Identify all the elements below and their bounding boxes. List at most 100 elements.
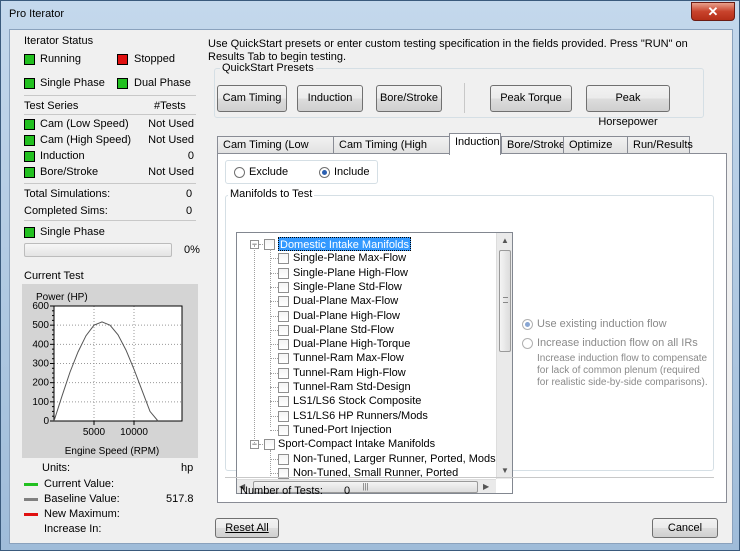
preset-peak-torque-button[interactable]: Peak Torque [490,85,572,112]
close-button[interactable]: ✕ [691,2,735,21]
series-tests-value: Not Used [148,118,194,130]
exclude-radio[interactable] [234,167,245,178]
running-indicator-icon [24,54,35,65]
increase-in-label: Increase In: [44,523,102,535]
y-tick-label: 100 [32,397,49,408]
series-tests-value: Not Used [148,166,194,178]
manifold-checkbox[interactable] [278,382,289,393]
preset-induction-button[interactable]: Induction [297,85,363,112]
total-simulations-value: 0 [186,188,193,200]
instructions-text: Use QuickStart presets or enter custom t… [208,38,688,63]
tree-vertical-scrollbar[interactable]: ▲ ▼ [496,233,512,479]
tree-item-label[interactable]: Single-Plane Max-Flow [293,251,406,265]
manifold-checkbox[interactable] [278,253,289,265]
series-indicator-icon [24,151,35,162]
manifold-checkbox[interactable] [278,410,289,422]
tab-cam-timing-low[interactable]: Cam Timing (Low Speed) [217,136,334,167]
power-chart-panel: 0 100 200 300 400 500 600 5000 10000 Power (HP) En… [22,284,198,458]
manifold-tree: − Domestic Intake Manifolds Single-Plane M… [236,232,513,494]
tree-item-label[interactable]: Tuned-Port Injection [293,423,392,437]
manifold-checkbox[interactable] [278,396,289,408]
tree-item-label[interactable]: Single-Plane Std-Flow [293,280,402,294]
tab-bore-stroke[interactable]: Bore/Stroke [501,136,565,154]
manifold-checkbox[interactable] [278,453,289,465]
tree-group-label[interactable]: Sport-Compact Intake Manifolds [278,437,435,451]
x-axis-label: Engine Speed (RPM) [65,446,160,457]
manifold-checkbox[interactable] [278,296,289,308]
include-radio[interactable] [319,167,330,178]
single-phase-label: Single Phase [40,77,105,89]
manifold-checkbox[interactable] [278,310,289,322]
tab-induction[interactable]: Induction [449,133,501,155]
total-simulations-label: Total Simulations: [24,188,111,200]
manifold-checkbox[interactable] [278,281,289,293]
induction-panel: Exclude Include Manifolds to Test − Domes… [217,153,727,503]
tree-item-label[interactable]: Tunnel-Ram Std-Design [293,380,411,394]
iterator-status-header: Iterator Status [24,35,94,47]
running-label: Running [40,53,81,65]
baseline-value-label: Baseline Value: [44,493,120,505]
number-of-tests-label: Number of Tests: [240,485,323,497]
y-tick-label: 300 [32,359,49,370]
tree-item-label[interactable]: LS1/LS6 HP Runners/Mods [293,409,428,423]
tree-item-label[interactable]: Dual-Plane Std-Flow [293,323,394,337]
tree-item-label[interactable]: LS1/LS6 Stock Composite [293,394,421,408]
tree-group-label[interactable]: Domestic Intake Manifolds [278,237,411,251]
dual-phase-label: Dual Phase [134,77,191,89]
tab-cam-timing-high[interactable]: Cam Timing (High Speed) [333,136,450,167]
use-existing-flow-radio[interactable] [522,319,533,330]
series-tests-value: 0 [187,150,194,162]
tree-item-label[interactable]: Tunnel-Ram High-Flow [293,366,406,380]
tests-count-header: #Tests [154,100,186,112]
completed-sims-value: 0 [186,205,193,217]
manifold-checkbox[interactable] [278,267,289,279]
tree-item-label[interactable]: Dual-Plane High-Torque [293,337,410,351]
scroll-thumb[interactable] [499,250,511,352]
include-label: Include [334,166,370,178]
single-phase-status-icon [24,227,35,238]
tab-run-results[interactable]: Run/Results [627,136,693,154]
tree-item-label[interactable]: Dual-Plane Max-Flow [293,294,398,308]
series-label: Cam (High Speed) [40,134,132,146]
x-tick-label: 5000 [83,427,106,438]
number-of-tests-value: 0 [344,485,351,497]
preset-bore-stroke-button[interactable]: Bore/Stroke [376,85,442,112]
current-test-header: Current Test [24,270,84,282]
y-tick-label: 500 [32,320,49,331]
single-phase-status-label: Single Phase [40,226,105,238]
completed-sims-label: Completed Sims: [24,205,108,217]
scroll-up-icon[interactable]: ▲ [497,233,512,249]
tree-item-label[interactable]: Single-Plane High-Flow [293,266,408,280]
app-window: Pro Iterator ✕ Iterator Status Running S… [0,0,740,551]
dialog-client: Iterator Status Running Stopped Single P… [9,29,733,544]
preset-peak-horsepower-button[interactable]: Peak Horsepower [586,85,670,128]
tree-item-label[interactable]: Non-Tuned, Larger Runner, Ported, Mods [293,452,496,466]
manifold-checkbox[interactable] [278,367,289,379]
increase-flow-label: Increase induction flow on all IRs [537,337,698,349]
current-value-label: Current Value: [44,478,115,490]
units-label: Units: [42,462,71,474]
power-chart: 01002003004005006005000 10000Power (HP)En… [32,292,183,457]
series-indicator-icon [24,135,35,146]
scroll-right-icon[interactable]: ▶ [483,480,489,493]
increase-flow-radio[interactable] [522,338,533,349]
manifold-group-checkbox[interactable] [264,439,275,451]
preset-cam-timing-button[interactable]: Cam Timing [217,85,287,112]
manifold-checkbox[interactable] [278,324,289,336]
manifold-checkbox[interactable] [278,339,289,351]
manifold-checkbox[interactable] [278,424,289,436]
exclude-label: Exclude [249,166,289,178]
window-title: Pro Iterator [9,8,65,20]
baseline-value: 517.8 [166,493,194,505]
tree-item-label[interactable]: Dual-Plane High-Flow [293,309,400,323]
series-tests-value: Not Used [148,134,194,146]
test-series-header: Test Series [24,100,79,112]
reset-all-button[interactable]: Reset All [215,518,279,538]
manifold-checkbox[interactable] [278,353,289,365]
units-value: hp [181,462,194,474]
tree-item-label[interactable]: Tunnel-Ram Max-Flow [293,351,404,365]
use-existing-flow-label: Use existing induction flow [537,318,667,330]
series-label: Induction [40,150,85,162]
cancel-button[interactable]: Cancel [652,518,718,538]
tab-optimize-for[interactable]: Optimize For [563,136,628,167]
